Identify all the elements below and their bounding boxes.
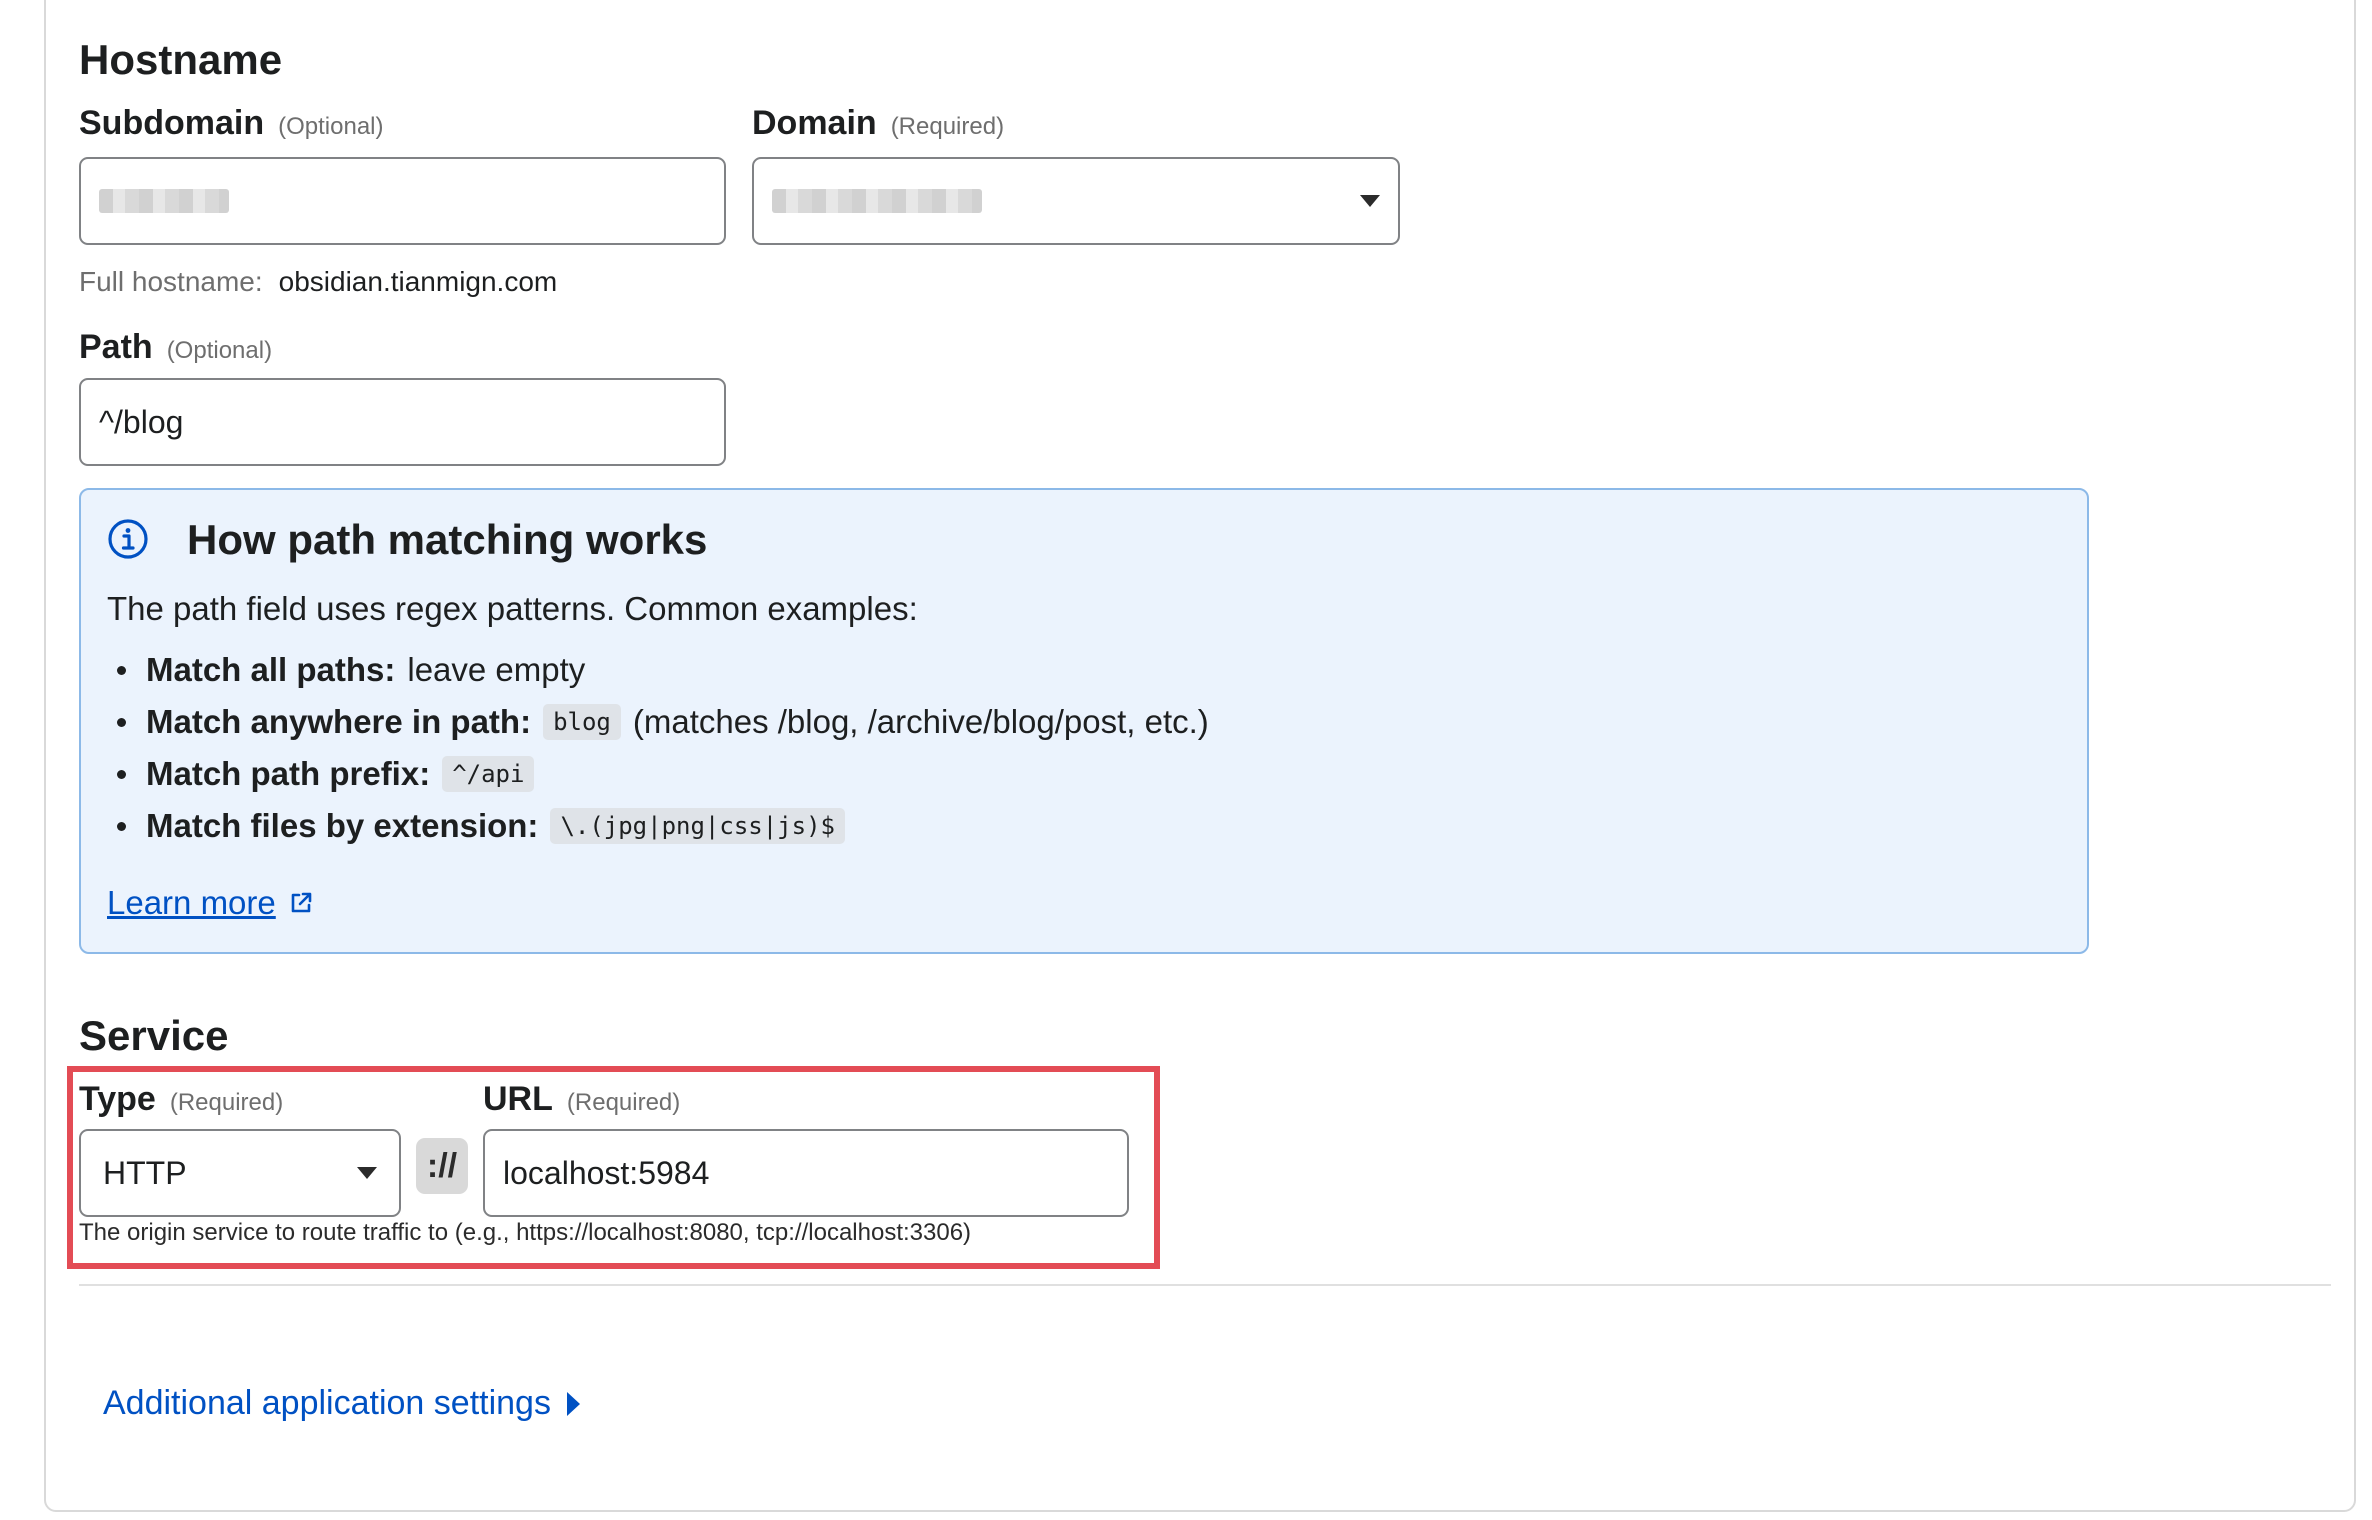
subdomain-input[interactable] xyxy=(79,157,726,245)
url-label: URL xyxy=(483,1080,553,1118)
service-heading: Service xyxy=(79,1012,229,1059)
path-label-row: Path (Optional) xyxy=(79,328,272,367)
caret-right-icon xyxy=(566,1391,580,1416)
full-hostname-row: Full hostname: obsidian.tianmign.com xyxy=(79,266,557,298)
example-title: Match path prefix: xyxy=(146,755,431,792)
section-divider xyxy=(79,1284,2331,1286)
service-type-select[interactable]: HTTP xyxy=(79,1129,401,1217)
additional-settings-label: Additional application settings xyxy=(103,1384,551,1422)
path-note: (Optional) xyxy=(166,337,273,364)
info-icon xyxy=(107,518,149,560)
list-item: Match anywhere in path: blog (matches /b… xyxy=(117,696,1209,748)
example-text: (matches /blog, /archive/blog/post, etc.… xyxy=(632,703,1209,740)
scheme-separator: :// xyxy=(416,1138,468,1194)
url-note: (Required) xyxy=(566,1089,681,1116)
domain-select[interactable] xyxy=(752,157,1400,245)
type-label: Type xyxy=(79,1080,156,1118)
subdomain-note: (Optional) xyxy=(278,113,384,140)
example-text: leave empty xyxy=(407,651,586,688)
chevron-down-icon xyxy=(1360,195,1380,207)
redacted-domain-value xyxy=(772,189,982,213)
full-hostname-label: Full hostname: xyxy=(79,266,263,297)
list-item: Match files by extension: \.(jpg|png|css… xyxy=(117,800,1209,852)
path-label: Path xyxy=(79,328,153,366)
domain-label-row: Domain (Required) xyxy=(752,104,1004,143)
chevron-down-icon xyxy=(357,1167,377,1179)
url-label-row: URL (Required) xyxy=(483,1080,680,1119)
domain-label: Domain xyxy=(752,104,877,142)
examples-list: Match all paths: leave empty Match anywh… xyxy=(117,644,1209,852)
additional-settings-toggle[interactable]: Additional application settings xyxy=(103,1384,580,1423)
bullet xyxy=(117,821,126,831)
redacted-subdomain-value xyxy=(99,189,229,213)
bullet xyxy=(117,769,126,779)
subdomain-label: Subdomain xyxy=(79,104,265,142)
path-input[interactable]: ^/blog xyxy=(79,378,726,466)
bullet xyxy=(117,717,126,727)
learn-more-link[interactable]: Learn more xyxy=(107,884,314,922)
type-label-row: Type (Required) xyxy=(79,1080,283,1119)
info-title: How path matching works xyxy=(187,516,708,563)
learn-more-label: Learn more xyxy=(107,884,276,921)
path-matching-info-box: How path matching works The path field u… xyxy=(79,488,2089,954)
hostname-heading: Hostname xyxy=(79,36,283,83)
list-item: Match path prefix: ^/api xyxy=(117,748,1209,800)
type-note: (Required) xyxy=(169,1089,284,1116)
subdomain-label-row: Subdomain (Optional) xyxy=(79,104,383,143)
domain-note: (Required) xyxy=(890,113,1005,140)
example-code: ^/api xyxy=(442,756,535,792)
info-intro: The path field uses regex patterns. Comm… xyxy=(107,590,918,627)
bullet xyxy=(117,665,126,675)
path-input-value: ^/blog xyxy=(99,403,184,440)
list-item: Match all paths: leave empty xyxy=(117,644,1209,696)
example-title: Match anywhere in path: xyxy=(146,703,532,740)
example-title: Match all paths: xyxy=(146,651,396,688)
service-url-value: localhost:5984 xyxy=(503,1154,710,1191)
service-help-text: The origin service to route traffic to (… xyxy=(79,1219,972,1246)
external-link-icon xyxy=(288,890,314,916)
full-hostname-value: obsidian.tianmign.com xyxy=(278,266,558,297)
example-code: blog xyxy=(543,704,621,740)
service-url-input[interactable]: localhost:5984 xyxy=(483,1129,1129,1217)
example-title: Match files by extension: xyxy=(146,807,539,844)
service-type-value: HTTP xyxy=(103,1154,187,1191)
example-code: \.(jpg|png|css|js)$ xyxy=(550,808,845,844)
